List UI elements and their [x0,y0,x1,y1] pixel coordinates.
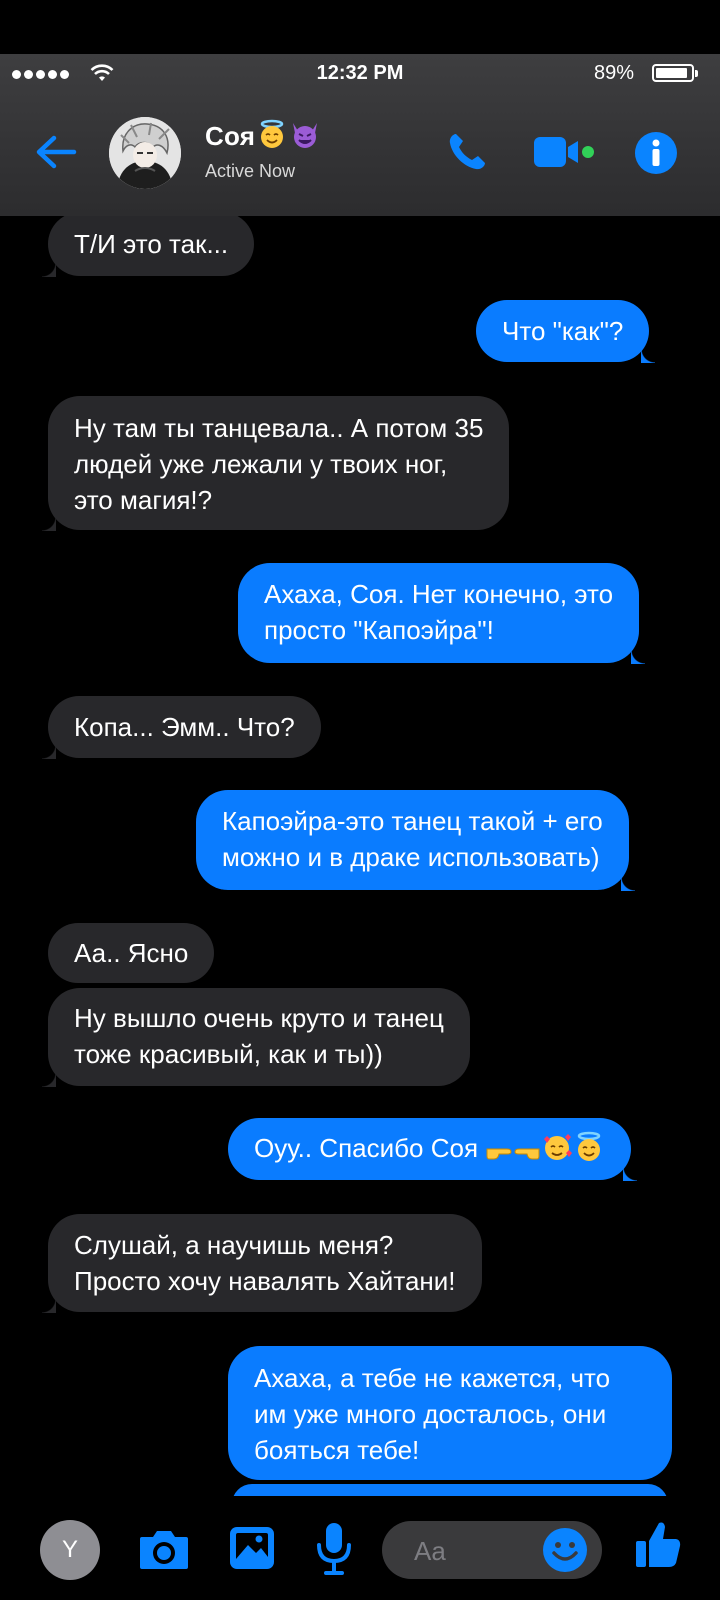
message-line: Капоэйра-это танец такой + его [222,806,603,836]
back-arrow-icon[interactable] [34,132,78,172]
message-incoming: Ну там ты танцевала.. А потом 35 людей у… [41,396,510,531]
message-input-container[interactable] [382,1521,602,1579]
message-outgoing: Капоэйра-это танец такой + его можно и в… [196,790,635,891]
message-outgoing: Что "как"? [476,300,656,363]
angel-face-icon [573,1131,605,1172]
message-line: людей уже лежали у твоих ног, [74,449,448,479]
message-text: Что "как"? [502,316,624,346]
angel-face-icon [257,119,287,156]
battery-percent: 89% [593,62,634,84]
contact-avatar[interactable] [109,117,181,189]
active-status: Active Now [205,161,296,181]
message-text: Копа... Эмм.. Что? [74,712,295,742]
message-line: им уже много досталось, они [254,1399,607,1429]
message-line: Ну вышло очень круто и танец [74,1003,444,1033]
message-line: просто "Капоэйра"! [264,615,494,645]
camera-icon[interactable] [138,1529,190,1571]
smiling-devil-icon [289,119,321,156]
message-incoming: Ну вышло очень круто и танец тоже красив… [42,988,470,1087]
message-line: Слушай, а научишь меня? [74,1230,394,1260]
message-incoming: Т/И это так... [41,216,255,277]
contact-name-text: Соя [205,121,256,151]
smiling-face-with-hearts-icon [541,1131,573,1172]
message-line: бояться тебе! [254,1435,420,1465]
message-outgoing-partial [232,1484,668,1496]
message-line: это магия!? [74,485,213,515]
message-line: Ахаха, Соя. Нет конечно, это [264,579,614,609]
info-icon[interactable] [634,131,678,175]
contact-name[interactable]: Соя [205,119,321,156]
message-incoming: Слушай, а научишь меня? Просто хочу нава… [42,1214,482,1313]
pointing-left-icon [513,1134,541,1170]
message-outgoing: Ахаха, а тебе не кажется, что им уже мно… [228,1346,672,1480]
user-avatar-button[interactable]: Y [40,1520,100,1580]
message-incoming: Аа.. Ясно [48,923,215,983]
message-text: Аа.. Ясно [74,938,189,968]
emoji-icon[interactable] [542,1527,588,1573]
photo-gallery-icon[interactable] [228,1525,276,1571]
message-line: тоже красивый, как и ты)) [74,1039,383,1069]
message-line: Ахаха, а тебе не кажется, что [254,1363,611,1393]
video-call-icon[interactable] [534,135,596,169]
pointing-right-icon [485,1134,513,1170]
battery-icon [652,64,698,82]
top-bar: 12:32 PM 89% Соя Active Now [0,54,720,216]
message-outgoing: Ахаха, Соя. Нет конечно, это просто "Кап… [238,563,646,664]
message-text: Т/И это так... [74,229,229,259]
phone-call-icon[interactable] [446,131,488,173]
message-line: Ну там ты танцевала.. А потом 35 [74,413,484,443]
message-line: можно и в драке использовать) [222,842,600,872]
message-list[interactable]: Т/И это так... Что "как"? Ну там ты танц… [0,216,720,1496]
message-incoming: Копа... Эмм.. Что? [42,696,321,759]
thumbs-up-icon[interactable] [634,1519,682,1569]
message-input[interactable] [412,1531,536,1571]
message-outgoing: Оуу.. Спасибо Соя [228,1118,638,1181]
message-line: Просто хочу навалять Хайтани! [74,1266,456,1296]
status-bar: 12:32 PM 89% [0,54,720,94]
microphone-icon[interactable] [316,1521,352,1577]
message-text: Оуу.. Спасибо Соя [254,1133,479,1163]
composer-bar: Y [0,1497,720,1600]
